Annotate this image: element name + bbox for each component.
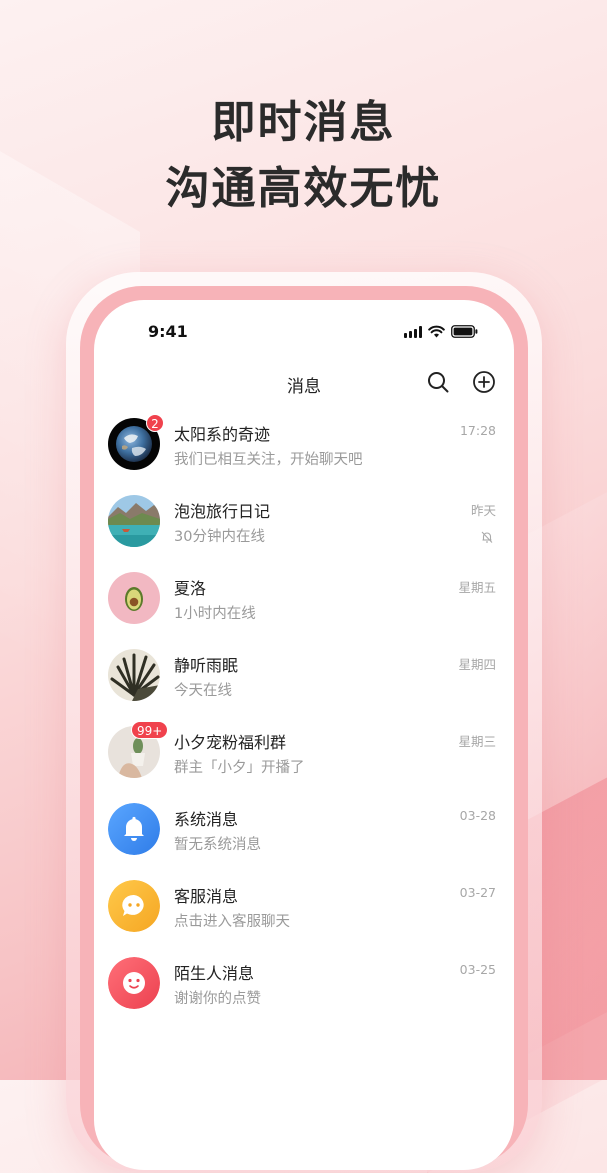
service-avatar	[108, 880, 160, 932]
conversation-time: 03-28	[459, 808, 496, 823]
conversation-list: 2 太阳系的奇迹 我们已相互关注，开始聊天吧 17:28 泡泡旅行日记 30分钟…	[94, 404, 514, 1020]
conversation-name: 系统消息	[174, 810, 239, 829]
conversation-name: 客服消息	[174, 887, 239, 906]
conversation-time: 03-27	[459, 885, 496, 900]
conversation-name: 陌生人消息	[174, 964, 255, 983]
conversation-item[interactable]: 泡泡旅行日记 30分钟内在线 昨天	[94, 481, 514, 558]
conversation-time: 星期五	[458, 580, 496, 595]
conversation-name: 泡泡旅行日记	[174, 502, 271, 521]
headline-line1: 即时消息	[211, 97, 396, 148]
headline-line2: 沟通高效无忧	[165, 163, 442, 214]
conversation-item[interactable]: 99+ 小夕宠粉福利群 群主「小夕」开播了 星期三	[94, 712, 514, 789]
conversation-preview: 今天在线	[174, 683, 232, 699]
conversation-item[interactable]: 2 太阳系的奇迹 我们已相互关注，开始聊天吧 17:28	[94, 404, 514, 481]
stranger-avatar	[108, 957, 160, 1009]
conversation-time: 星期三	[458, 734, 496, 749]
mute-bell-icon	[480, 529, 494, 543]
conversation-name: 小夕宠粉福利群	[174, 733, 287, 752]
conversation-preview: 我们已相互关注，开始聊天吧	[174, 452, 363, 468]
add-circle-icon[interactable]	[472, 370, 496, 394]
conversation-name: 太阳系的奇迹	[174, 425, 271, 444]
search-icon[interactable]	[426, 370, 450, 394]
conversation-preview: 30分钟内在线	[174, 529, 265, 545]
conversation-preview: 点击进入客服聊天	[174, 914, 290, 930]
avatar-lake	[108, 495, 160, 547]
conversation-time: 03-25	[459, 962, 496, 977]
conversation-name: 夏洛	[174, 579, 207, 598]
page-title: 消息	[287, 377, 321, 397]
conversation-item[interactable]: 静听雨眠 今天在线 星期四	[94, 635, 514, 712]
conversation-preview: 群主「小夕」开播了	[174, 760, 305, 776]
conversation-item[interactable]: 陌生人消息 谢谢你的点赞 03-25	[94, 943, 514, 1020]
avatar-avocado	[108, 572, 160, 624]
conversation-time: 17:28	[459, 423, 496, 438]
status-time: 9:41	[148, 322, 188, 341]
smile-face-icon	[123, 972, 145, 994]
unread-badge: 2	[146, 414, 164, 432]
conversation-preview: 暂无系统消息	[174, 837, 261, 853]
battery-icon	[451, 325, 478, 338]
signal-icon	[404, 326, 422, 338]
status-icons	[404, 324, 478, 338]
conversation-item[interactable]: 夏洛 1小时内在线 星期五	[94, 558, 514, 635]
wifi-icon	[428, 325, 445, 338]
conversation-time: 昨天	[470, 503, 496, 518]
avatar-palm-leaf	[108, 649, 160, 701]
conversation-preview: 1小时内在线	[174, 606, 256, 622]
system-avatar	[108, 803, 160, 855]
phone-screen: 9:41 消息 2 太阳系的奇迹 我们已相互关注，开始聊天吧 17:28 泡泡旅…	[94, 300, 514, 1170]
conversation-preview: 谢谢你的点赞	[174, 991, 261, 1007]
unread-badge: 99+	[131, 721, 169, 739]
conversation-item[interactable]: 系统消息 暂无系统消息 03-28	[94, 789, 514, 866]
conversation-name: 静听雨眠	[174, 656, 239, 675]
conversation-item[interactable]: 客服消息 点击进入客服聊天 03-27	[94, 866, 514, 943]
conversation-time: 星期四	[458, 657, 496, 672]
